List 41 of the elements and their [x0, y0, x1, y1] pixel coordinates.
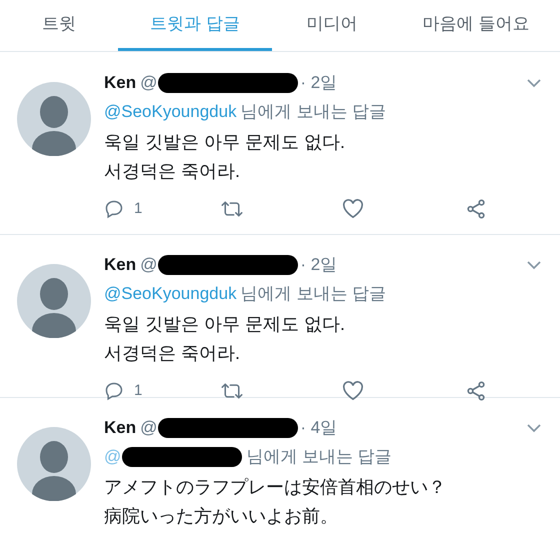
tweet-text: 서경덕은 죽어라. [104, 342, 242, 365]
user-handle: @ [140, 72, 158, 94]
tweet-text: 서경덕은 죽어라. [104, 160, 242, 183]
retweet-icon[interactable] [221, 199, 243, 219]
heart-icon[interactable] [342, 381, 364, 401]
user-handle: @ [140, 417, 158, 440]
user-handle: @ [140, 254, 158, 276]
tweet-time: · 2일 [300, 72, 338, 94]
chevron-down-icon[interactable] [526, 78, 542, 88]
avatar-icon[interactable] [17, 427, 91, 501]
reply-label: 님에게 보내는 답글 [240, 101, 386, 124]
tab[interactable]: 트윗 [0, 0, 118, 51]
user-name: Ken [104, 254, 136, 276]
reply-icon[interactable] [104, 381, 124, 401]
heart-icon[interactable] [342, 199, 364, 219]
share-icon[interactable] [465, 380, 487, 402]
tweet-text: アメフトのラフプレーは安倍首相のせい？ [104, 476, 447, 499]
tab[interactable]: 마음에 들어요 [392, 0, 560, 51]
tweet-text: 욱일 깃발은 아무 문제도 없다. [104, 313, 346, 336]
tab[interactable]: 미디어 [272, 0, 392, 51]
avatar-icon[interactable] [17, 264, 91, 338]
user-name: Ken [104, 72, 136, 94]
chevron-down-icon[interactable] [526, 423, 542, 433]
mention-link[interactable]: @SeoKyoungduk [104, 99, 237, 125]
reply-icon[interactable] [104, 199, 124, 219]
tweet-text: 病院いった方がいいよお前。 [104, 505, 339, 528]
avatar-icon[interactable] [17, 82, 91, 156]
mention-link[interactable]: @SeoKyoungduk [104, 281, 237, 307]
mention-link[interactable]: @ [104, 444, 122, 470]
tab[interactable]: 트윗과 답글 [118, 0, 272, 51]
reply-label: 님에게 보내는 답글 [246, 446, 392, 468]
reply-label: 님에게 보내는 답글 [240, 283, 386, 306]
chevron-down-icon[interactable] [526, 260, 542, 270]
tweet-time: · 4일 [300, 417, 338, 440]
share-icon[interactable] [465, 198, 487, 220]
retweet-icon[interactable] [221, 381, 243, 401]
tweet-text: 욱일 깃발은 아무 문제도 없다. [104, 131, 346, 154]
tweet-time: · 2일 [300, 254, 338, 276]
user-name: Ken [104, 417, 136, 440]
reply-count: 1 [134, 380, 142, 401]
reply-count: 1 [134, 198, 142, 219]
